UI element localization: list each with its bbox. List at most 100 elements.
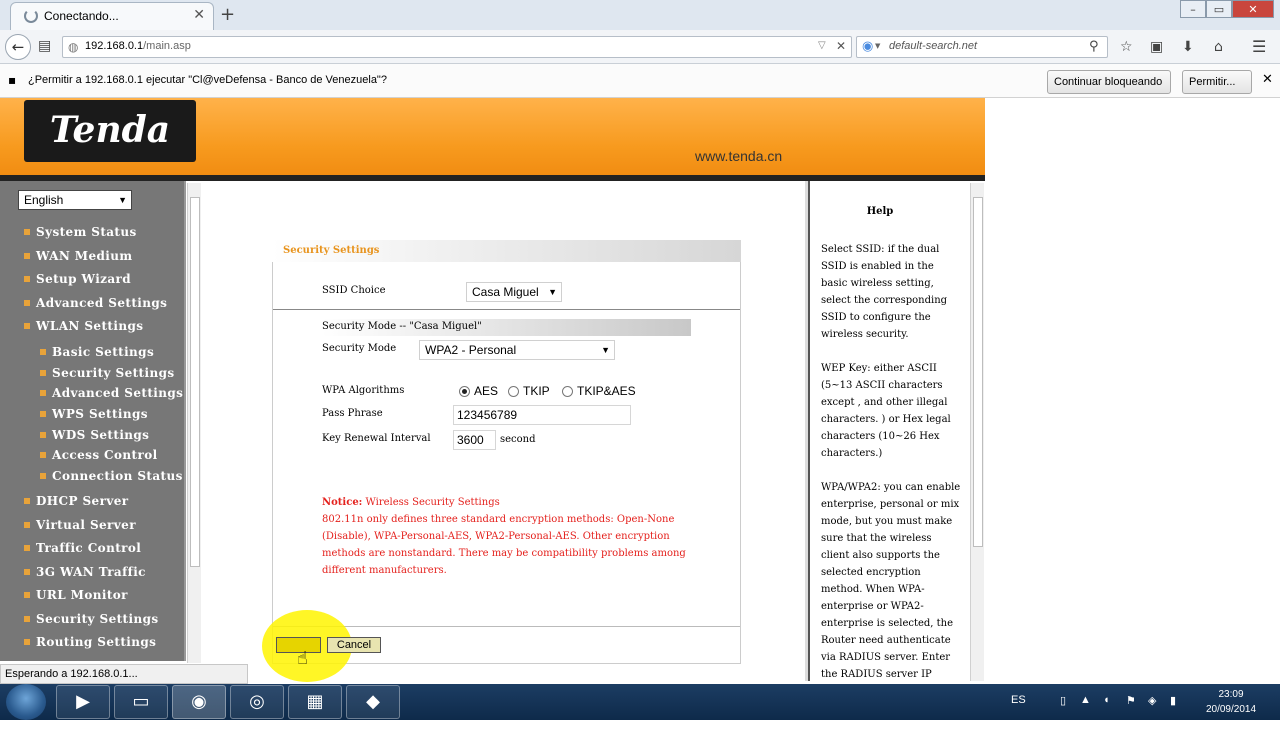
signal-icon[interactable]: ▮ <box>1170 694 1176 707</box>
menu-icon[interactable]: ☰ <box>1252 37 1266 56</box>
notification-message: ¿Permitir a 192.168.0.1 ejecutar "Cl@veD… <box>28 74 387 86</box>
chrome-icon[interactable]: ◎ <box>230 685 284 719</box>
help-paragraph: WPA/WPA2: you can enable enterprise, per… <box>821 482 961 714</box>
sidebar-item-security-settings[interactable]: Security Settings <box>24 612 159 626</box>
hand-cursor-icon: ☝ <box>297 648 308 669</box>
back-button[interactable]: ← <box>5 34 31 60</box>
allow-button[interactable]: Permitir... <box>1182 70 1252 94</box>
language-value: English <box>24 193 64 207</box>
router-header: Tenda www.tenda.cn <box>0 98 985 180</box>
subitem-connection-status[interactable]: Connection Status <box>40 469 183 483</box>
help-scroll-thumb[interactable] <box>973 197 983 547</box>
maximize-button[interactable]: ▭ <box>1206 0 1232 18</box>
language-select[interactable]: English ▼ <box>18 190 132 210</box>
file-explorer-icon[interactable]: ▭ <box>114 685 168 719</box>
sidebar-scroll-thumb[interactable] <box>190 197 200 567</box>
sidebar-item-wan-medium[interactable]: WAN Medium <box>23 249 132 263</box>
tab-strip: Conectando... ✕ + – ▭ ✕ <box>0 0 1280 30</box>
radio-tkip[interactable] <box>508 386 519 397</box>
website-link: www.tenda.cn <box>695 148 783 164</box>
start-button[interactable] <box>6 684 46 720</box>
subitem-wps-settings[interactable]: WPS Settings <box>40 407 148 421</box>
clock[interactable]: 23:09 20/09/2014 <box>1196 687 1266 717</box>
sidebar-scrollbar[interactable] <box>187 183 201 663</box>
notice-text: Notice: Wireless Security Settings 802.1… <box>322 494 692 579</box>
pass-phrase-input[interactable]: 123456789 <box>453 405 631 425</box>
key-renewal-label: Key Renewal Interval <box>322 433 431 444</box>
loading-spinner-icon <box>24 9 38 23</box>
bookmark-star-icon[interactable]: ☆ <box>1120 39 1133 55</box>
radio-aes-label: AES <box>474 384 499 398</box>
dropdown-icon[interactable]: ▽ <box>818 40 826 51</box>
stop-icon[interactable]: ✕ <box>836 39 846 53</box>
continue-blocking-button[interactable]: Continuar bloqueando <box>1047 70 1171 94</box>
sidebar-item-wlan-settings[interactable]: WLAN Settings <box>23 319 143 333</box>
tray-icon[interactable]: ▲ <box>1080 694 1091 706</box>
flag-icon[interactable]: ⚑ <box>1126 694 1136 707</box>
network-app-icon[interactable]: ▦ <box>288 685 342 719</box>
app-icon[interactable]: ◆ <box>346 685 400 719</box>
volume-icon[interactable]: ◖ <box>1103 694 1110 706</box>
plugin-notification-bar: ▪ ¿Permitir a 192.168.0.1 ejecutar "Cl@v… <box>0 64 1280 98</box>
navigation-bar: ← ▤ ◍ 192.168.0.1/main.asp ▽ ✕ ◉ ▼ defau… <box>0 30 1280 64</box>
window-close-button[interactable]: ✕ <box>1232 0 1274 18</box>
key-renewal-input[interactable]: 3600 <box>453 430 496 450</box>
close-tab-icon[interactable]: ✕ <box>193 7 205 23</box>
help-title: Help <box>866 206 894 217</box>
security-panel <box>272 240 741 664</box>
sidebar-item-setup-wizard[interactable]: Setup Wizard <box>23 272 131 286</box>
sidebar-item-advanced-settings[interactable]: Advanced Settings <box>23 296 167 310</box>
tenda-logo: Tenda <box>24 100 196 162</box>
ssid-value: Casa Miguel <box>472 285 539 299</box>
firefox-icon[interactable]: ◉ <box>172 685 226 719</box>
search-engine-icon[interactable]: ◉ <box>862 39 873 54</box>
subitem-access-control[interactable]: Access Control <box>40 448 158 462</box>
close-notification-icon[interactable]: ✕ <box>1262 72 1273 87</box>
browser-tab[interactable]: Conectando... ✕ <box>10 2 214 30</box>
home-icon[interactable]: ⌂ <box>1214 39 1223 55</box>
minimize-button[interactable]: – <box>1180 0 1206 18</box>
search-placeholder: default-search.net <box>889 40 978 52</box>
chevron-down-icon: ▼ <box>548 287 557 297</box>
cancel-button[interactable]: Cancel <box>327 637 381 653</box>
sidebar-item-system-status[interactable]: System Status <box>24 225 137 239</box>
search-box[interactable]: ◉ ▼ default-search.net ⚲ <box>856 36 1108 58</box>
radio-tkip-aes-label: TKIP&AES <box>577 384 636 398</box>
language-indicator[interactable]: ES <box>1011 694 1026 706</box>
sidebar-item-url-monitor[interactable]: URL Monitor <box>24 588 128 602</box>
new-tab-button[interactable]: + <box>220 4 235 25</box>
media-player-icon[interactable]: ▶ <box>56 685 110 719</box>
history-icon[interactable]: ▤ <box>38 38 51 54</box>
subitem-wds-settings[interactable]: WDS Settings <box>39 428 149 442</box>
url-path: /main.asp <box>143 40 191 52</box>
radio-tkip-aes[interactable] <box>562 386 573 397</box>
bookmarks-icon[interactable]: ▣ <box>1150 39 1163 55</box>
radio-aes[interactable] <box>459 386 470 397</box>
ssid-select[interactable]: Casa Miguel ▼ <box>466 282 562 302</box>
search-icon[interactable]: ⚲ <box>1089 39 1099 54</box>
panel-title: Security Settings <box>283 245 380 256</box>
download-icon[interactable]: ⬇ <box>1182 39 1194 55</box>
sidebar-item-3g-wan-traffic[interactable]: 3G WAN Traffic <box>24 565 146 579</box>
search-engine-arrow-icon[interactable]: ▼ <box>875 42 880 50</box>
subitem-advanced-settings[interactable]: Advanced Settings <box>39 386 183 400</box>
network-icon[interactable]: ◈ <box>1148 694 1156 707</box>
sidebar-item-traffic-control[interactable]: Traffic Control <box>23 541 141 555</box>
sidebar-item-virtual-server[interactable]: Virtual Server <box>24 518 136 532</box>
help-panel: Help Select SSID: if the dual SSID is en… <box>808 181 985 714</box>
security-mode-value: WPA2 - Personal <box>425 343 517 357</box>
security-mode-select[interactable]: WPA2 - Personal ▼ <box>419 340 615 360</box>
subitem-security-settings[interactable]: Security Settings <box>40 366 175 380</box>
url-host: 192.168.0.1 <box>85 40 144 52</box>
subitem-basic-settings[interactable]: Basic Settings <box>39 345 154 359</box>
panel-header: Security Settings <box>272 240 741 262</box>
pass-phrase-label: Pass Phrase <box>322 408 383 419</box>
notice-title: Notice: <box>322 497 363 508</box>
divider <box>273 309 740 310</box>
device-icon[interactable]: ▯ <box>1060 694 1066 707</box>
help-scrollbar[interactable] <box>970 183 984 681</box>
notice-body: 802.11n only defines three standard encr… <box>322 514 686 576</box>
sidebar-item-routing-settings[interactable]: Routing Settings <box>23 635 156 649</box>
sidebar-item-dhcp-server[interactable]: DHCP Server <box>23 494 128 508</box>
address-bar[interactable]: ◍ 192.168.0.1/main.asp ▽ ✕ <box>62 36 852 58</box>
